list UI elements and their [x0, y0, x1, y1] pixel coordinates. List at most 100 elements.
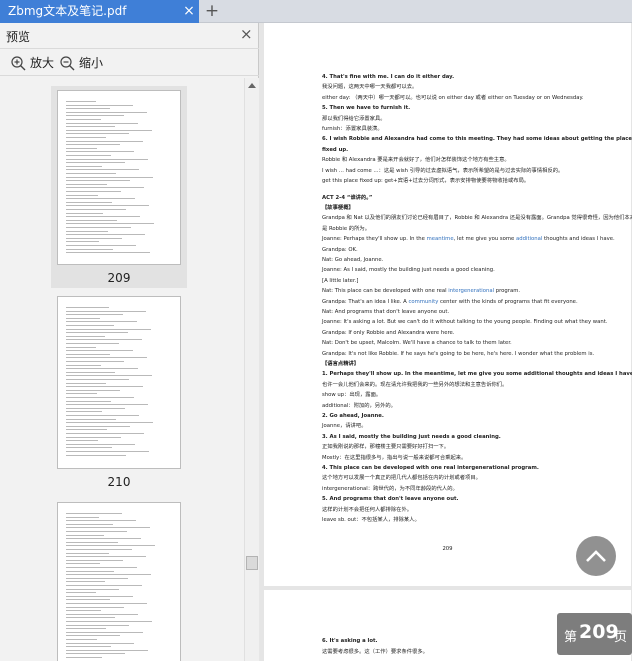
thumbnail-text-line	[66, 379, 129, 380]
thumbnail-text-line	[66, 162, 125, 164]
thumbnail-text-line	[66, 400, 111, 402]
document-text-line: leave sb. out：不包括某人，排除某人。	[322, 517, 420, 524]
text-run: Nat: Don't be upset, Malcolm. We'll have…	[322, 340, 512, 347]
document-text-line: [A little later.]	[322, 278, 358, 285]
document-text-line: furnish：添置家具装潢。	[322, 126, 383, 133]
thumbnail-text-line	[66, 212, 103, 214]
sidebar-scrollbar[interactable]	[244, 78, 259, 661]
text-run: Robbie 和 Alexandra 要是来开会就好了，他们对怎样装饰这个地方有…	[322, 157, 510, 164]
thumbnail-text-line	[66, 443, 135, 445]
thumbnail-text-line	[66, 350, 133, 352]
text-run: 4. This place can be developed with one …	[322, 465, 539, 472]
thumbnail-text-line	[66, 371, 115, 373]
thumbnail-text-line	[66, 603, 147, 604]
thumbnail-item[interactable]	[51, 498, 187, 661]
document-text-line: ACT 2-4 “谁讲的。”	[322, 195, 372, 202]
document-text-line: Nat: And programs that don't leave anyon…	[322, 309, 449, 316]
thumbnail-text-line	[66, 559, 123, 561]
text-run: Grandpa: If only Robbie and Alexandra we…	[322, 329, 455, 336]
title-bar: Zbmg文本及笔记.pdf × +	[0, 0, 632, 23]
thumbnail-text-line	[66, 570, 114, 572]
thumbnail-page-number: 210	[107, 475, 131, 489]
thumbnail-text-line	[66, 155, 111, 156]
thumbnail-text-line	[66, 364, 101, 366]
text-run: program.	[494, 288, 521, 295]
document-text-line: Grandpa: If only Robbie and Alexandra we…	[322, 330, 454, 337]
document-text-line: 5. Then we have to furnish it.	[322, 105, 410, 112]
text-run: Grandpa: That's an idea I like. A	[322, 298, 409, 305]
thumbnail-text-line	[66, 335, 105, 337]
thumbnail-text-line	[66, 451, 149, 452]
text-run: 正如我刚说的那样，那幢楼主要只需要好好打扫一下。	[322, 444, 450, 451]
thumbnail-text-line	[66, 397, 134, 398]
thumbnail-text-line	[66, 137, 106, 138]
text-run: Nat: And programs that don't leave anyon…	[322, 309, 450, 316]
thumbnail-text-line	[66, 389, 120, 391]
document-text-line: 这样的计划不会把任何人都排除在外。	[322, 507, 412, 514]
thumbnail-text-line	[66, 248, 113, 250]
thumbnail-text-line	[66, 393, 97, 395]
thumbnail-text-line	[66, 538, 141, 540]
thumbnail-text-line	[66, 147, 97, 149]
thumbnail-text-line	[66, 223, 154, 225]
thumbnail-text-line	[66, 183, 107, 185]
thumbnail-text-line	[66, 205, 149, 207]
zoom-out-label: 缩小	[79, 56, 104, 70]
thumbnail-text-line	[66, 325, 114, 326]
thumbnail-text-line	[66, 610, 101, 612]
thumbnail-text-line	[66, 332, 128, 334]
document-text-line: Robbie 和 Alexandra 要是来开会就好了，他们对怎样装饰这个地方有…	[322, 157, 510, 164]
zoom-out-icon	[60, 56, 75, 71]
document-text-line: 【语言点精讲】	[322, 361, 359, 368]
thumbnail-text-line	[66, 219, 117, 221]
thumbnail-text-line	[66, 307, 109, 308]
thumbnail-text-line	[66, 617, 115, 619]
thumbnail-text-line	[66, 104, 133, 106]
document-text-line: 这个地方可以发展一个真正的把几代人都包括在内的计划或者项目。	[322, 475, 481, 482]
document-text-line: fixed up.	[322, 147, 348, 154]
thumbnail-text-line	[66, 404, 148, 406]
thumbnail-text-line	[66, 440, 98, 442]
thumbnail-item[interactable]: 209	[51, 86, 187, 288]
text-run: 6. I wish Robbie and Alexandra had come …	[322, 136, 632, 143]
chevron-up-icon	[586, 550, 606, 562]
sidebar-close-icon[interactable]: ×	[240, 25, 253, 43]
tab-close-icon[interactable]: ×	[182, 0, 196, 23]
text-run: Joanne: As I said, mostly the building j…	[322, 267, 495, 274]
thumbnail-text-line	[66, 310, 146, 312]
thumbnail-text-line	[66, 407, 125, 409]
text-run: Joanne: Perhaps they'll show up. In the	[322, 236, 427, 243]
thumbnail-text-line	[66, 628, 106, 630]
document-text-line: 【故事梗概】	[322, 205, 354, 212]
document-text-line: 6. I wish Robbie and Alexandra had come …	[322, 136, 632, 143]
thumbnail-text-line	[66, 592, 96, 594]
text-run: intergenerational：跨世代的，为不同年龄段的代人的。	[322, 485, 458, 492]
document-tab[interactable]: Zbmg文本及笔记.pdf	[0, 0, 199, 23]
text-run: additional：附加的，另外的。	[322, 402, 396, 409]
thumbnail-text-line	[66, 425, 130, 427]
text-run: furnish：添置家具装潢。	[322, 126, 383, 132]
thumbnail-text-line	[66, 595, 133, 597]
thumbnail-text-line	[66, 436, 121, 438]
new-tab-button[interactable]: +	[202, 0, 222, 23]
text-run: Nat: Go ahead, Joanne.	[322, 257, 384, 264]
text-run: 【语言点精讲】	[322, 361, 360, 368]
thumbnail-text-line	[66, 574, 151, 576]
scrollbar-thumb[interactable]	[246, 556, 258, 570]
thumbnail-text-line	[66, 198, 135, 200]
scroll-top-button[interactable]	[576, 536, 616, 576]
thumbnail-list: 209 210	[0, 78, 244, 661]
thumbnail-text-line	[66, 234, 145, 236]
thumbnail-text-line	[66, 361, 124, 362]
thumbnail-text-line	[66, 314, 123, 316]
document-text-line: Grandpa: It's not like Robbie. If he say…	[322, 351, 594, 358]
document-view[interactable]: 209 4. That's fine with me. I can do it …	[260, 23, 632, 661]
thumbnail-text-line	[66, 339, 142, 341]
document-text-line: 这需要考虑很多。这（工作）要求条件很多。	[322, 649, 428, 656]
thumbnail-text-line	[66, 642, 134, 644]
thumbnail-item[interactable]: 210	[51, 292, 187, 492]
thumbnail-text-line	[66, 585, 142, 586]
thumbnail-text-line	[66, 346, 96, 348]
document-text-line: Grandpa: OK.	[322, 247, 358, 254]
scroll-up-icon[interactable]	[248, 83, 256, 88]
